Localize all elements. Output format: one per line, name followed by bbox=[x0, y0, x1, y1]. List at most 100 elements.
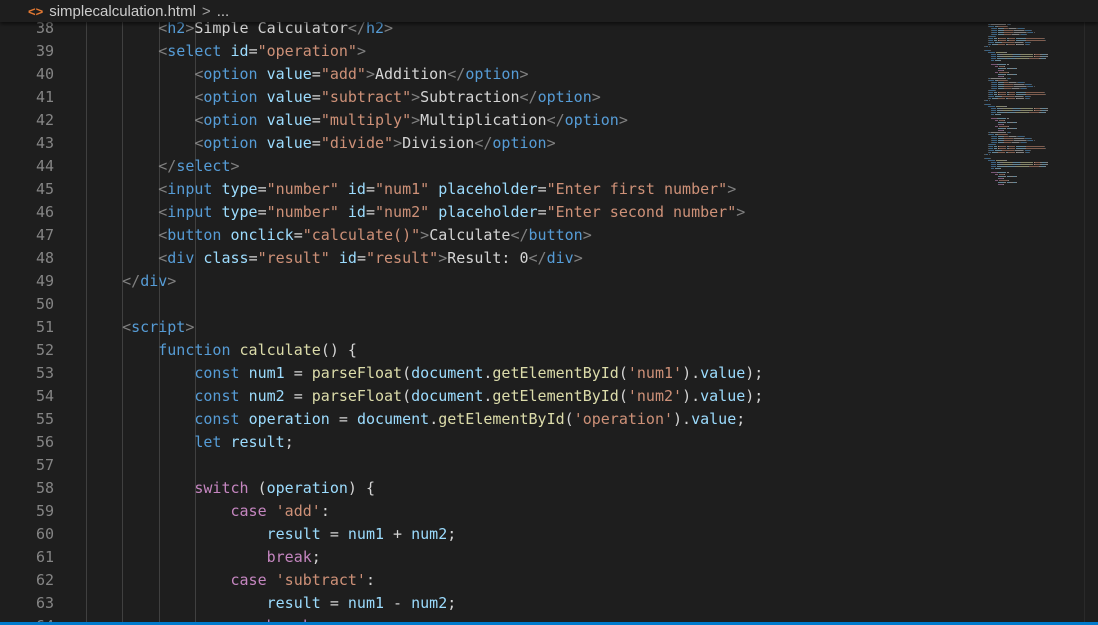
minimap-mark bbox=[996, 166, 1005, 167]
line-code[interactable]: <select id="operation"> bbox=[86, 40, 366, 63]
minimap-mark bbox=[1008, 152, 1016, 153]
line-code[interactable]: <option value="add">Addition</option> bbox=[86, 63, 528, 86]
line-code[interactable]: <script> bbox=[86, 316, 194, 339]
line-code[interactable]: <option value="divide">Division</option> bbox=[86, 132, 555, 155]
minimap-mark bbox=[1010, 132, 1012, 133]
minimap-mark bbox=[1030, 30, 1032, 31]
vertical-scrollbar[interactable] bbox=[1084, 22, 1098, 625]
minimap-mark bbox=[999, 72, 1009, 73]
code-line[interactable]: 45 <input type="number" id="num1" placeh… bbox=[0, 178, 980, 201]
line-code[interactable]: let result; bbox=[86, 431, 293, 454]
code-line[interactable]: 39 <select id="operation"> bbox=[0, 40, 980, 63]
minimap-mark bbox=[992, 34, 998, 35]
line-code[interactable]: <input type="number" id="num1" placehold… bbox=[86, 178, 736, 201]
minimap-mark bbox=[1045, 148, 1047, 149]
minimap-mark bbox=[1029, 150, 1031, 151]
line-code[interactable] bbox=[86, 293, 122, 316]
minimap-mark bbox=[1026, 142, 1028, 143]
minimap-mark bbox=[1026, 88, 1028, 89]
breadcrumb-ellipsis[interactable]: ... bbox=[217, 3, 230, 20]
minimap-mark bbox=[991, 112, 996, 113]
line-code[interactable]: </div> bbox=[86, 270, 176, 293]
line-code[interactable]: break; bbox=[86, 546, 321, 569]
minimap-mark bbox=[1029, 98, 1030, 99]
line-code[interactable]: case 'add': bbox=[86, 500, 330, 523]
code-line[interactable]: 60 result = num1 + num2; bbox=[0, 523, 980, 546]
code-editor[interactable]: 38 <h2>Simple Calculator</h2> 39 <select … bbox=[0, 0, 1098, 625]
line-code[interactable]: <option value="subtract">Subtraction</op… bbox=[86, 86, 600, 109]
minimap-mark bbox=[988, 146, 993, 147]
minimap-mark bbox=[997, 80, 1008, 81]
code-line[interactable]: 61 break; bbox=[0, 546, 980, 569]
line-code[interactable]: <div class="result" id="result">Result: … bbox=[86, 247, 582, 270]
minimap-mark bbox=[994, 126, 999, 127]
minimap-mark bbox=[991, 54, 996, 55]
minimap-mark bbox=[988, 44, 992, 45]
minimap-mark bbox=[1045, 40, 1047, 41]
code-line[interactable]: 43 <option value="divide">Division</opti… bbox=[0, 132, 980, 155]
minimap-mark bbox=[1016, 152, 1025, 153]
code-line[interactable]: 58 switch (operation) { bbox=[0, 477, 980, 500]
line-code[interactable]: case 'subtract': bbox=[86, 569, 376, 592]
minimap-mark bbox=[1029, 58, 1039, 59]
code-line[interactable]: 50 bbox=[0, 293, 980, 316]
minimap-mark bbox=[1029, 44, 1030, 45]
minimap-mark bbox=[992, 88, 998, 89]
code-line[interactable]: 42 <option value="multiply">Multiplicati… bbox=[0, 109, 980, 132]
minimap-mark bbox=[1003, 120, 1005, 121]
minimap-mark bbox=[996, 112, 1005, 113]
code-line[interactable]: 46 <input type="number" id="num2" placeh… bbox=[0, 201, 980, 224]
code-line[interactable]: 59 case 'add': bbox=[0, 500, 980, 523]
minimap-mark bbox=[1033, 86, 1035, 87]
line-code[interactable]: function calculate() { bbox=[86, 339, 357, 362]
line-code[interactable]: <input type="number" id="num2" placehold… bbox=[86, 201, 745, 224]
code-line[interactable]: 62 case 'subtract': bbox=[0, 569, 980, 592]
line-code[interactable]: const operation = document.getElementByI… bbox=[86, 408, 745, 431]
minimap-mark bbox=[1044, 38, 1046, 39]
minimap-mark bbox=[1011, 34, 1020, 35]
line-number: 44 bbox=[35, 157, 54, 175]
line-code[interactable]: switch (operation) { bbox=[86, 477, 375, 500]
minimap[interactable] bbox=[980, 22, 1084, 625]
minimap-mark bbox=[998, 38, 1006, 39]
minimap-mark bbox=[988, 92, 993, 93]
line-number: 56 bbox=[35, 433, 54, 451]
minimap-mark bbox=[1003, 140, 1013, 141]
line-code[interactable]: </select> bbox=[86, 155, 239, 178]
line-code[interactable]: result = num1 - num2; bbox=[86, 592, 457, 615]
breadcrumb-file-name[interactable]: simplecalculation.html bbox=[49, 3, 196, 20]
code-line[interactable]: 63 result = num1 - num2; bbox=[0, 592, 980, 615]
minimap-mark bbox=[998, 92, 1006, 93]
code-line[interactable]: 44 </select> bbox=[0, 155, 980, 178]
line-code[interactable]: <option value="multiply">Multiplication<… bbox=[86, 109, 628, 132]
code-line[interactable]: 56 let result; bbox=[0, 431, 980, 454]
code-line[interactable]: 51 <script> bbox=[0, 316, 980, 339]
code-line[interactable]: 57 bbox=[0, 454, 980, 477]
code-line[interactable]: 49 </div> bbox=[0, 270, 980, 293]
code-line[interactable]: 41 <option value="subtract">Subtraction<… bbox=[0, 86, 980, 109]
minimap-mark bbox=[1015, 38, 1026, 39]
minimap-mark bbox=[994, 72, 999, 73]
minimap-mark bbox=[1008, 72, 1010, 73]
minimap-mark bbox=[1016, 128, 1018, 129]
code-line[interactable]: 47 <button onclick="calculate()">Calcula… bbox=[0, 224, 980, 247]
code-line[interactable]: 54 const num2 = parseFloat(document.getE… bbox=[0, 385, 980, 408]
minimap-mark bbox=[1007, 58, 1015, 59]
minimap-mark bbox=[991, 56, 996, 57]
line-code[interactable]: const num2 = parseFloat(document.getElem… bbox=[86, 385, 763, 408]
minimap-mark bbox=[988, 100, 990, 101]
line-code[interactable]: <button onclick="calculate()">Calculate<… bbox=[86, 224, 592, 247]
minimap-mark bbox=[1012, 56, 1020, 57]
minimap-mark bbox=[992, 28, 998, 29]
line-code[interactable]: const num1 = parseFloat(document.getElem… bbox=[86, 362, 763, 385]
line-code[interactable] bbox=[86, 454, 122, 477]
code-line[interactable]: 40 <option value="add">Addition</option> bbox=[0, 63, 980, 86]
code-line[interactable]: 55 const operation = document.getElement… bbox=[0, 408, 980, 431]
line-number: 41 bbox=[35, 88, 54, 106]
code-line[interactable]: 52 function calculate() { bbox=[0, 339, 980, 362]
code-line[interactable]: 53 const num1 = parseFloat(document.getE… bbox=[0, 362, 980, 385]
minimap-mark bbox=[1012, 164, 1020, 165]
line-code[interactable]: result = num1 + num2; bbox=[86, 523, 457, 546]
minimap-mark bbox=[1020, 110, 1034, 111]
code-line[interactable]: 48 <div class="result" id="result">Resul… bbox=[0, 247, 980, 270]
